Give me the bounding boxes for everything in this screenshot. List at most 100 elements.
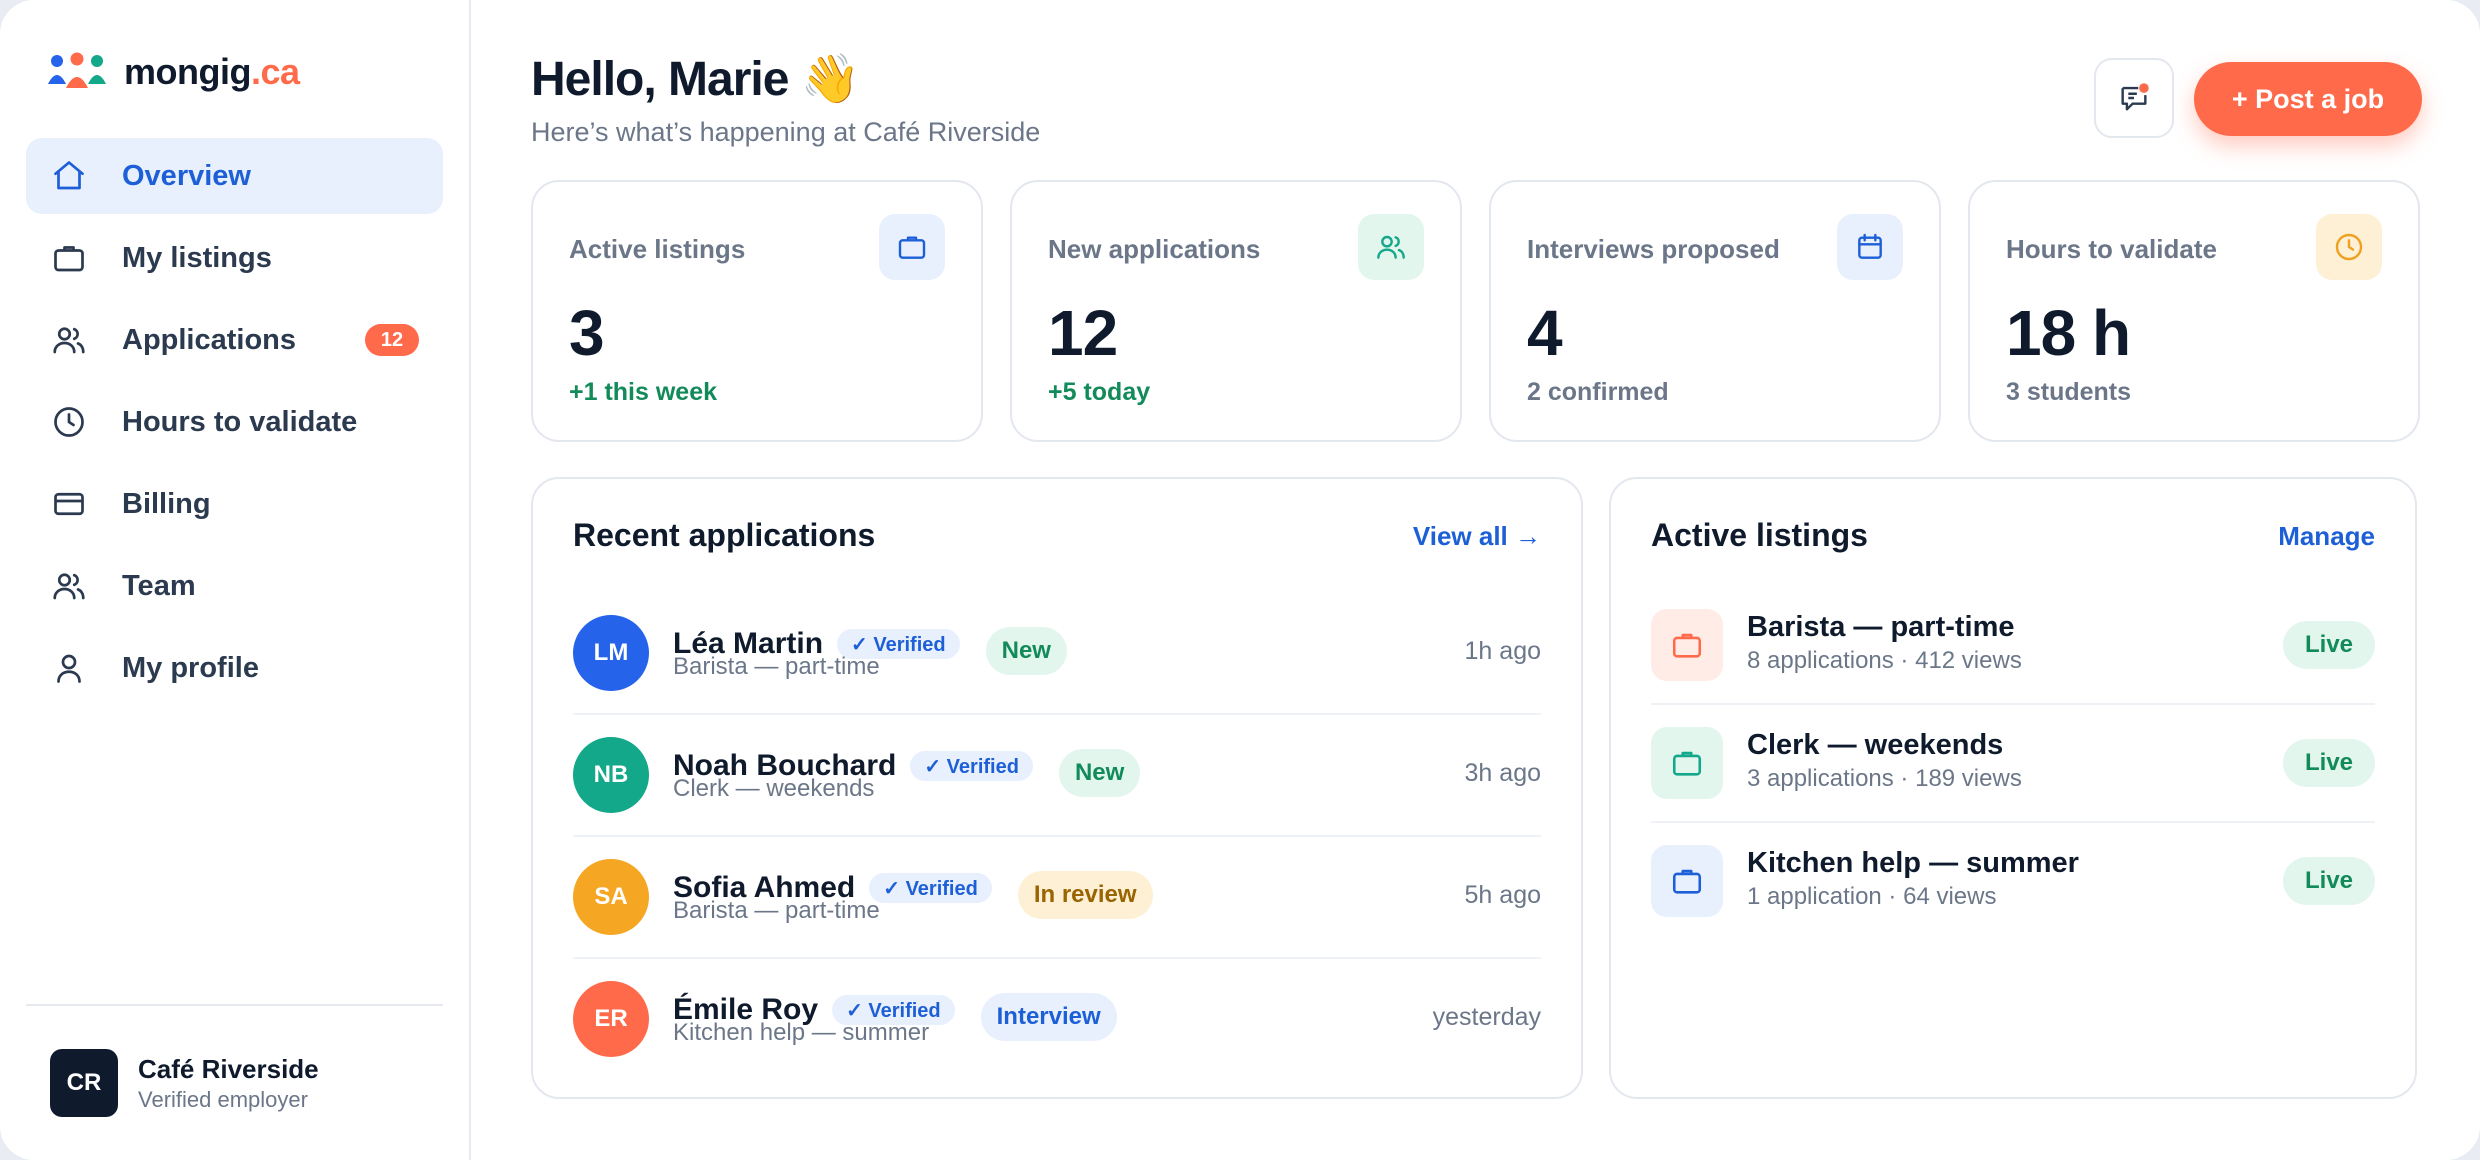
sidebar-item-label: My profile (122, 651, 259, 684)
status-badge: In review (1017, 871, 1153, 919)
stat-label: Interviews proposed (1527, 234, 1780, 264)
applicant-role: Barista — part-time (673, 897, 880, 924)
clock-icon (2316, 214, 2382, 280)
main-content: Hello, Marie 👋 Here’s what’s happening a… (471, 0, 2480, 1160)
users-icon (50, 321, 88, 359)
table-row[interactable]: LM Léa Martin ✓ Verified New Barista — p… (573, 593, 1541, 715)
stat-card-new-applications[interactable]: New applications 12 +5 today (1010, 180, 1462, 442)
sidebar: mongig.ca Overview My listings Applicati… (0, 0, 471, 1160)
status-badge: New (985, 627, 1067, 675)
status-badge: Interview (980, 993, 1117, 1041)
sidebar-item-label: Team (122, 569, 196, 602)
clock-icon (50, 403, 88, 441)
table-row[interactable]: NB Noah Bouchard ✓ Verified New Clerk — … (573, 715, 1541, 837)
sidebar-item-label: Overview (122, 159, 251, 192)
stat-sub: 3 students (2006, 378, 2132, 406)
timestamp: 3h ago (1464, 759, 1541, 787)
verified-badge: ✓ Verified (910, 751, 1033, 781)
stat-value: 12 (1048, 297, 1118, 369)
sidebar-item-team[interactable]: Team (26, 548, 443, 624)
applicant-role: Barista — part-time (673, 653, 880, 680)
briefcase-icon (1651, 727, 1723, 799)
avatar: CR (50, 1049, 118, 1117)
sidebar-item-label: Hours to validate (122, 405, 358, 438)
status-badge: Live (2283, 621, 2375, 669)
sidebar-nav: Overview My listings Applications 12 Hou… (26, 138, 443, 706)
status-badge: New (1058, 749, 1141, 797)
credit-card-icon (50, 485, 88, 523)
briefcase-icon (1651, 609, 1723, 681)
avatar: NB (573, 737, 649, 813)
timestamp: 5h ago (1464, 881, 1541, 909)
listing-title: Barista — part-time (1747, 611, 2015, 643)
panel-title: Active listings (1651, 517, 1868, 553)
stat-card-active-listings[interactable]: Active listings 3 +1 this week (531, 180, 983, 442)
app-window: mongig.ca Overview My listings Applicati… (0, 0, 2480, 1160)
account-info: Café Riverside Verified employer (138, 1054, 319, 1113)
applicant-role: Kitchen help — summer (673, 1019, 930, 1046)
users-icon (1358, 214, 1424, 280)
avatar: ER (573, 981, 649, 1057)
sidebar-item-label: Applications (122, 323, 297, 356)
notifications-button[interactable] (2094, 58, 2174, 138)
account-switcher[interactable]: CR Café Riverside Verified employer (26, 1004, 443, 1160)
listing-stats: 8 applications · 412 views (1747, 647, 2022, 674)
calendar-icon (1837, 214, 1903, 280)
applicant-role: Clerk — weekends (673, 775, 875, 802)
verified-badge: ✓ Verified (869, 873, 992, 903)
stat-value: 18 h (2006, 297, 2131, 369)
user-icon (50, 649, 88, 687)
manage-link[interactable]: Manage (2278, 521, 2375, 552)
stat-label: Active listings (569, 234, 746, 264)
table-row[interactable]: ER Émile Roy ✓ Verified Interview Kitche… (573, 959, 1541, 1081)
page-header: Hello, Marie 👋 Here’s what’s happening a… (531, 50, 1040, 148)
sidebar-item-billing[interactable]: Billing (26, 466, 443, 542)
stat-sub: +1 this week (569, 378, 717, 406)
account-name: Café Riverside (138, 1053, 319, 1084)
brand-logo[interactable]: mongig.ca (26, 0, 443, 144)
message-notification-icon (2121, 83, 2149, 111)
stat-card-hours-to-validate[interactable]: Hours to validate 18 h 3 students (1968, 180, 2420, 442)
sidebar-item-overview[interactable]: Overview (26, 138, 443, 214)
sidebar-item-my-profile[interactable]: My profile (26, 630, 443, 706)
briefcase-icon (1651, 845, 1723, 917)
listing-stats: 3 applications · 189 views (1747, 765, 2022, 792)
status-badge: Live (2283, 739, 2375, 787)
timestamp: yesterday (1432, 1003, 1541, 1031)
people-group-icon (48, 52, 106, 88)
stat-value: 4 (1527, 297, 1563, 369)
sidebar-item-label: Billing (122, 487, 211, 520)
stat-label: New applications (1048, 234, 1261, 264)
recent-applications-panel: Recent applications View all → LM Léa Ma… (531, 477, 1583, 1099)
page-title: Hello, Marie 👋 (531, 53, 861, 106)
home-icon (50, 157, 88, 195)
view-all-link[interactable]: View all → (1413, 521, 1541, 552)
stat-card-interviews-proposed[interactable]: Interviews proposed 4 2 confirmed (1489, 180, 1941, 442)
sidebar-item-applications[interactable]: Applications 12 (26, 302, 443, 378)
panel-title: Recent applications (573, 517, 876, 553)
status-badge: Live (2283, 857, 2375, 905)
brand-name: mongig.ca (124, 51, 300, 92)
list-item[interactable]: Barista — part-time 8 applications · 412… (1651, 587, 2375, 705)
timestamp: 1h ago (1464, 637, 1541, 665)
account-subtitle: Verified employer (138, 1086, 308, 1112)
sidebar-item-my-listings[interactable]: My listings (26, 220, 443, 296)
briefcase-icon (50, 239, 88, 277)
page-subtitle: Here’s what’s happening at Café Riversid… (531, 117, 1041, 147)
sidebar-item-label: My listings (122, 241, 272, 274)
list-item[interactable]: Clerk — weekends 3 applications · 189 vi… (1651, 705, 2375, 823)
sidebar-item-hours-to-validate[interactable]: Hours to validate (26, 384, 443, 460)
stat-sub: 2 confirmed (1527, 378, 1669, 406)
stat-value: 3 (569, 297, 605, 369)
avatar: SA (573, 859, 649, 935)
post-job-button[interactable]: + Post a job (2194, 62, 2422, 136)
active-listings-panel: Active listings Manage Barista — part-ti… (1609, 477, 2417, 1099)
stat-sub: +5 today (1048, 378, 1151, 406)
table-row[interactable]: SA Sofia Ahmed ✓ Verified In review Bari… (573, 837, 1541, 959)
list-item[interactable]: Kitchen help — summer 1 application · 64… (1651, 823, 2375, 941)
avatar: LM (573, 615, 649, 691)
listing-title: Clerk — weekends (1747, 729, 2004, 761)
listing-stats: 1 application · 64 views (1747, 883, 1997, 910)
users-icon (50, 567, 88, 605)
briefcase-icon (879, 214, 945, 280)
